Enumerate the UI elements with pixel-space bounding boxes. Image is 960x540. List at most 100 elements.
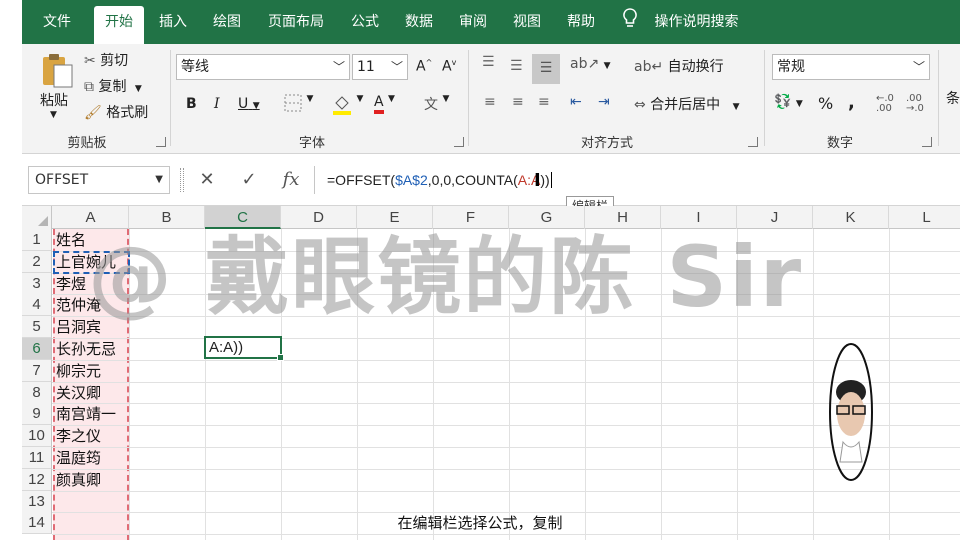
align-center-icon: ≡ <box>512 94 524 110</box>
align-bottom-button[interactable]: ☰ <box>532 54 560 84</box>
align-top-button[interactable]: ☰ <box>482 54 495 70</box>
grid-line <box>52 534 960 536</box>
row-header-13[interactable]: 13 <box>22 490 52 513</box>
row-header-2[interactable]: 2 <box>22 250 52 273</box>
align-left-button[interactable]: ≡ <box>484 94 496 110</box>
font-size-combo[interactable]: 11 ﹀ <box>352 54 408 80</box>
align-right-button[interactable]: ≡ <box>538 94 550 110</box>
number-group-label: 数字 <box>826 136 853 151</box>
row-header-7[interactable]: 7 <box>22 359 52 382</box>
decrease-indent-button[interactable]: ⇤ <box>570 94 582 110</box>
cancel-button[interactable]: ✕ <box>192 166 222 194</box>
fill-color-button[interactable]: ▼ <box>332 94 363 120</box>
name-cell[interactable]: 关汉卿 <box>56 382 101 404</box>
chevron-down-icon: ▼ <box>50 110 57 120</box>
name-cell[interactable]: 李之仪 <box>56 425 101 447</box>
number-format-combo[interactable]: 常规 ﹀ <box>772 54 930 80</box>
bold-button[interactable]: B <box>186 96 197 112</box>
clipboard-launcher-icon[interactable] <box>156 137 166 147</box>
tell-me-search[interactable]: 操作说明搜索 <box>622 8 738 36</box>
number-format-value: 常规 <box>777 59 805 75</box>
name-cell[interactable]: 柳宗元 <box>56 360 101 382</box>
tab-data[interactable]: 数据 <box>396 8 442 44</box>
tab-draw[interactable]: 绘图 <box>204 8 250 44</box>
orientation-button[interactable]: ab↗ ▼ <box>570 56 611 72</box>
chevron-down-icon: ▼ <box>603 61 611 71</box>
tab-formulas[interactable]: 公式 <box>342 8 388 44</box>
number-launcher-icon[interactable] <box>922 137 932 147</box>
row-header-5[interactable]: 5 <box>22 316 52 339</box>
column-header-l[interactable]: L <box>889 206 960 229</box>
decrease-decimal-icon: .00 →.0 <box>906 93 924 114</box>
formula-input[interactable]: =OFFSET($A$2,0,0,COUNTA(A:A)) <box>314 166 960 194</box>
font-color-button[interactable]: A ▼ <box>374 94 395 114</box>
align-middle-button[interactable]: ☰ <box>510 58 523 74</box>
wrap-text-button[interactable]: ab↵ 自动换行 <box>634 56 724 76</box>
paste-button[interactable]: 粘贴 ▼ <box>36 50 76 128</box>
tab-home[interactable]: 开始 <box>94 6 144 44</box>
row-header-9[interactable]: 9 <box>22 403 52 426</box>
shrink-font-button[interactable]: Av <box>442 58 456 75</box>
phonetic-button[interactable]: 文 ▼ <box>424 94 449 114</box>
header-cell-a1[interactable]: 姓名 <box>56 229 86 251</box>
tab-help[interactable]: 帮助 <box>558 8 604 44</box>
name-cell[interactable]: 颜真卿 <box>56 469 101 491</box>
formula-text-part: =OFFSET( <box>327 172 396 188</box>
tab-insert[interactable]: 插入 <box>150 8 196 44</box>
format-painter-button[interactable]: 🖌 格式刷 <box>84 102 148 122</box>
name-cell[interactable]: 温庭筠 <box>56 447 101 469</box>
align-top-icon: ☰ <box>482 54 495 70</box>
column-header-k[interactable]: K <box>813 206 889 229</box>
borders-icon <box>284 94 302 116</box>
tab-view[interactable]: 视图 <box>504 8 550 44</box>
borders-button[interactable]: ▼ <box>284 94 313 116</box>
percent-button[interactable]: % <box>818 94 833 113</box>
increase-decimal-button[interactable]: ←.0.00 <box>876 94 894 114</box>
cut-button[interactable]: ✂ 剪切 <box>84 50 128 70</box>
name-cell[interactable]: 长孙无忌 <box>56 338 116 360</box>
increase-indent-button[interactable]: ⇥ <box>598 94 610 110</box>
paste-label: 粘贴 <box>40 93 68 109</box>
align-left-icon: ≡ <box>484 94 496 110</box>
row-header-10[interactable]: 10 <box>22 425 52 448</box>
name-box[interactable]: OFFSET ▼ <box>28 166 170 194</box>
tab-file[interactable]: 文件 <box>32 8 82 44</box>
chevron-down-icon: ▼ <box>388 94 395 104</box>
font-launcher-icon[interactable] <box>454 137 464 147</box>
name-cell[interactable]: 南宫靖一 <box>56 403 116 425</box>
grid-line <box>889 229 890 540</box>
underline-button[interactable]: U ▼ <box>238 96 260 112</box>
row-header-12[interactable]: 12 <box>22 468 52 491</box>
row-header-11[interactable]: 11 <box>22 447 52 469</box>
enter-button[interactable]: ✓ <box>234 166 264 194</box>
decrease-decimal-button[interactable]: .00 →.0 <box>906 94 924 114</box>
comma-button[interactable]: , <box>848 92 855 113</box>
copy-button[interactable]: ⧉ 复制 ▼ <box>84 76 142 96</box>
grow-font-button[interactable]: A^ <box>416 58 432 75</box>
align-center-button[interactable]: ≡ <box>512 94 524 110</box>
italic-button[interactable]: I <box>214 96 220 112</box>
select-all-button[interactable] <box>22 206 52 229</box>
presenter-avatar <box>828 342 874 482</box>
row-header-8[interactable]: 8 <box>22 381 52 404</box>
formula-bar-grip[interactable] <box>180 168 184 192</box>
active-cell[interactable]: A:A)) <box>204 336 284 361</box>
tab-review[interactable]: 审阅 <box>450 8 496 44</box>
group-divider <box>764 50 765 146</box>
name-cell[interactable]: 李煜 <box>56 273 86 295</box>
font-color-icon: A <box>374 94 384 114</box>
row-header-6[interactable]: 6 <box>22 338 52 360</box>
insert-function-button[interactable]: fx <box>276 166 306 194</box>
row-header-1[interactable]: 1 <box>22 229 52 251</box>
row-header-3[interactable]: 3 <box>22 272 52 295</box>
font-name-combo[interactable]: 等线 ﹀ <box>176 54 350 80</box>
phonetic-icon: 文 <box>424 97 438 113</box>
alignment-launcher-icon[interactable] <box>748 137 758 147</box>
clipboard-group-label: 剪贴板 <box>67 136 107 151</box>
grid-line <box>52 403 960 405</box>
accounting-format-button[interactable]: 💱 ▼ <box>774 94 803 110</box>
tab-page-layout[interactable]: 页面布局 <box>260 8 332 44</box>
row-header-4[interactable]: 4 <box>22 294 52 317</box>
subtitle-caption: 在编辑栏选择公式，复制 <box>397 514 563 532</box>
merge-center-button[interactable]: ⇔ 合并后居中 ▼ <box>634 94 740 114</box>
